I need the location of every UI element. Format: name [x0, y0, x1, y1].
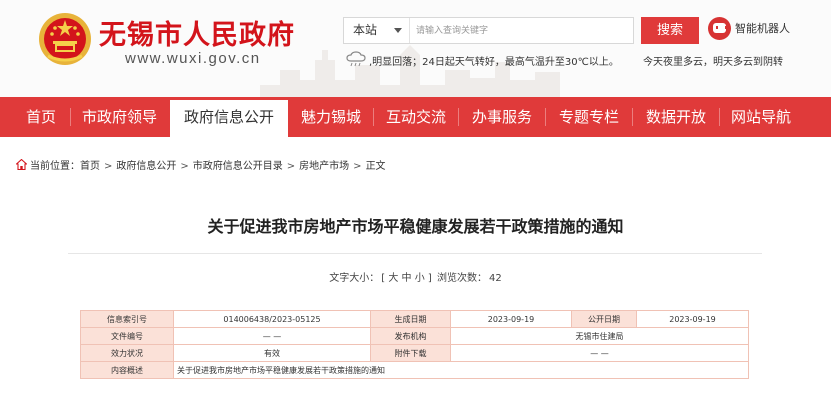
- search-scope-label: 本站: [353, 23, 378, 37]
- weather-text: ,明显回落；24日起天气转好，最高气温升至30℃以上。: [369, 57, 619, 68]
- info-table: 信息索引号 014006438/2023-05125 生成日期 2023-09-…: [80, 310, 749, 379]
- site-url: www.wuxi.gov.cn: [125, 50, 261, 67]
- site-title[interactable]: 无锡市人民政府: [99, 13, 295, 52]
- robot-label: 智能机器人: [735, 22, 790, 35]
- attachment-download[interactable]: — —: [450, 344, 749, 362]
- weather-forecast: 今天夜里多云，明天多云到阴转: [643, 57, 783, 68]
- table-key: 公开日期: [571, 310, 637, 328]
- table-value: 关于促进我市房地产市场平稳健康发展若干政策措施的通知: [173, 361, 749, 379]
- table-row: 文件编号 — — 发布机构 无锡市住建局: [80, 327, 749, 345]
- breadcrumb-link-real-estate[interactable]: 房地产市场: [299, 161, 349, 172]
- table-value: 有效: [173, 344, 371, 362]
- chevron-down-icon: [394, 28, 402, 33]
- views-label: 浏览次数：: [436, 273, 487, 284]
- weather-ticker: ,明显回落；24日起天气转好，最高气温升至30℃以上。 今天夜里多云，明天多云到…: [346, 51, 831, 69]
- table-key: 文件编号: [80, 327, 174, 345]
- breadcrumb-link-home[interactable]: 首页: [80, 161, 100, 172]
- search-button[interactable]: 搜索: [641, 17, 699, 44]
- views-count: 42: [488, 273, 502, 284]
- breadcrumb: 当前位置：首页 > 政府信息公开 > 市政府信息公开目录 > 房地产市场 > 正文: [16, 157, 386, 172]
- table-value: 2023-09-19: [450, 310, 572, 328]
- table-value: 014006438/2023-05125: [173, 310, 371, 328]
- nav-item-charm-wuxi[interactable]: 魅力锡城: [289, 97, 373, 137]
- nav-item-open-data[interactable]: 数据开放: [633, 97, 719, 137]
- location-icon: [16, 159, 27, 170]
- breadcrumb-separator: >: [180, 161, 189, 172]
- search-box: 本站: [343, 17, 634, 44]
- robot-icon: [708, 17, 731, 40]
- font-size-label: 文字大小：: [329, 273, 380, 284]
- table-value: — —: [173, 327, 371, 345]
- table-row: 信息索引号 014006438/2023-05125 生成日期 2023-09-…: [80, 310, 749, 328]
- nav-item-site-map[interactable]: 网站导航: [720, 97, 802, 137]
- font-size-options[interactable]: [ 大 中 小 ]: [381, 273, 432, 284]
- table-key: 效力状况: [80, 344, 174, 362]
- main-nav: 首页 市政府领导 政府信息公开 魅力锡城 互动交流 办事服务 专题专栏 数据开放…: [0, 97, 831, 137]
- table-row: 内容概述 关于促进我市房地产市场平稳健康发展若干政策措施的通知: [80, 361, 749, 379]
- site-header: 无锡市人民政府 www.wuxi.gov.cn 本站 搜索 智能机器人 ,明显回…: [0, 0, 831, 97]
- nav-item-info-disclosure[interactable]: 政府信息公开: [170, 100, 288, 137]
- table-key: 发布机构: [370, 327, 451, 345]
- nav-item-home[interactable]: 首页: [12, 97, 70, 137]
- breadcrumb-link-info-disclosure[interactable]: 政府信息公开: [116, 161, 176, 172]
- nav-item-interaction[interactable]: 互动交流: [374, 97, 458, 137]
- breadcrumb-separator: >: [104, 161, 113, 172]
- breadcrumb-separator: >: [353, 161, 362, 172]
- search-scope-select[interactable]: 本站: [344, 18, 410, 43]
- breadcrumb-link-catalog[interactable]: 市政府信息公开目录: [193, 161, 283, 172]
- nav-item-topics[interactable]: 专题专栏: [546, 97, 632, 137]
- table-row: 效力状况 有效 附件下载 — —: [80, 344, 749, 362]
- nav-item-services[interactable]: 办事服务: [459, 97, 545, 137]
- table-value: 无锡市住建局: [450, 327, 749, 345]
- article-meta: 文字大小：[ 大 中 小 ] 浏览次数： 42: [0, 269, 831, 284]
- table-key: 内容概述: [80, 361, 174, 379]
- breadcrumb-separator: >: [286, 161, 296, 172]
- article-title: 关于促进我市房地产市场平稳健康发展若干政策措施的通知: [207, 217, 624, 236]
- cloud-rain-icon: [346, 51, 366, 67]
- nav-item-leaders[interactable]: 市政府领导: [71, 97, 168, 137]
- table-key: 生成日期: [370, 310, 451, 328]
- table-value: 2023-09-19: [636, 310, 749, 328]
- table-key: 信息索引号: [80, 310, 174, 328]
- breadcrumb-prefix: 当前位置：: [30, 161, 80, 172]
- breadcrumb-current: 正文: [365, 161, 386, 172]
- search-input[interactable]: [411, 18, 633, 43]
- table-key: 附件下载: [370, 344, 451, 362]
- national-emblem-icon: [39, 13, 91, 65]
- title-divider: [68, 253, 762, 254]
